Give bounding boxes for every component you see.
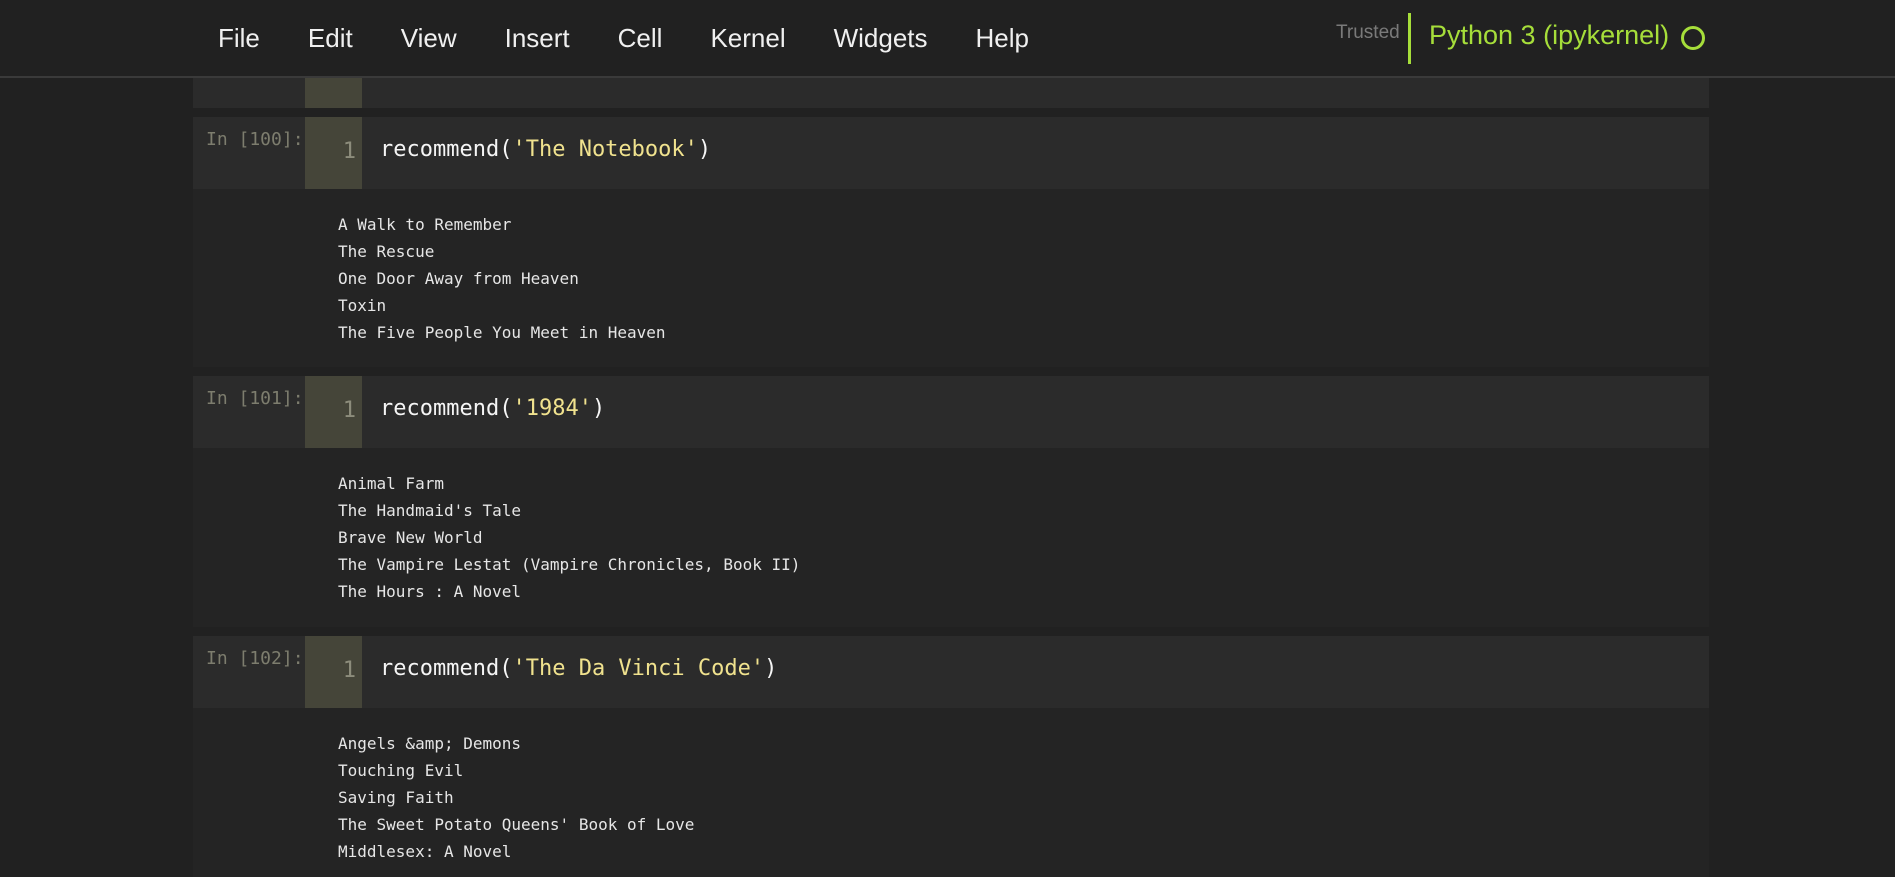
code-paren-open: ( [499,137,513,162]
code-line[interactable]: recommend('1984') [380,396,605,421]
code-function: recommend [380,656,500,681]
line-gutter [305,78,362,108]
code-function: recommend [380,396,500,421]
line-gutter: 1 [305,117,362,189]
line-number: 1 [342,139,356,164]
code-line[interactable]: recommend('The Notebook') [380,137,711,162]
input-prompt: In [100]: [206,129,304,150]
line-gutter: 1 [305,636,362,708]
menu-cell[interactable]: Cell [594,0,687,76]
output-text: Animal Farm The Handmaid's Tale Brave Ne… [338,470,800,605]
menu-help[interactable]: Help [952,0,1053,76]
menu-view[interactable]: View [377,0,481,76]
output-line: Animal Farm [338,474,444,493]
output-line: Brave New World [338,528,483,547]
output-line: The Handmaid's Tale [338,501,522,520]
code-paren-close: ) [764,656,778,681]
code-line[interactable]: recommend('The Da Vinci Code') [380,656,777,681]
menu-edit[interactable]: Edit [284,0,377,76]
output-line: Middlesex: A Novel [338,842,512,861]
menu-file[interactable]: File [194,0,284,76]
cell-output: A Walk to Remember The Rescue One Door A… [193,189,1709,367]
cell-output: Animal Farm The Handmaid's Tale Brave Ne… [193,448,1709,627]
main-menu: File Edit View Insert Cell Kernel Widget… [194,0,1053,76]
kernel-idle-icon [1681,26,1705,50]
output-line: The Sweet Potato Queens' Book of Love [338,815,695,834]
output-line: Touching Evil [338,761,464,780]
menubar: File Edit View Insert Cell Kernel Widget… [0,0,1895,78]
code-paren-close: ) [591,396,606,421]
output-text: Angels &amp; Demons Touching Evil Saving… [338,730,694,865]
kernel-name[interactable]: Python 3 (ipykernel) [1429,20,1669,51]
menu-kernel[interactable]: Kernel [686,0,809,76]
line-gutter: 1 [305,376,362,448]
output-line: The Hours : A Novel [338,582,522,601]
code-string: 'The Da Vinci Code' [512,656,765,681]
code-paren-open: ( [499,656,513,681]
input-prompt: In [102]: [206,648,304,669]
menu-widgets[interactable]: Widgets [810,0,952,76]
output-line: One Door Away from Heaven [338,269,579,288]
line-number: 1 [342,658,356,683]
output-line: Saving Faith [338,788,454,807]
cell-input[interactable]: In [102]: 1 recommend('The Da Vinci Code… [193,636,1709,708]
output-line: Toxin [338,296,387,315]
code-string: 'The Notebook' [512,137,698,162]
trusted-indicator[interactable]: Trusted [1336,22,1400,44]
output-line: The Five People You Meet in Heaven [338,323,666,342]
output-line: The Vampire Lestat (Vampire Chronicles, … [338,555,801,574]
output-text: A Walk to Remember The Rescue One Door A… [338,211,666,346]
output-line: A Walk to Remember [338,215,512,234]
line-number: 1 [342,398,356,423]
previous-cell-partial [193,78,1709,108]
menu-insert[interactable]: Insert [481,0,594,76]
cell-input[interactable]: In [101]: 1 recommend('1984') [193,376,1709,448]
cell-output: Angels &amp; Demons Touching Evil Saving… [193,708,1709,877]
output-line: The Rescue [338,242,435,261]
code-paren-open: ( [499,396,513,421]
code-function: recommend [380,137,500,162]
kernel-divider [1408,13,1411,64]
code-string: '1984' [512,396,592,421]
cell-input[interactable]: In [100]: 1 recommend('The Notebook') [193,117,1709,189]
input-prompt: In [101]: [206,388,304,409]
code-paren-close: ) [697,137,712,162]
output-line: Angels &amp; Demons [338,734,522,753]
